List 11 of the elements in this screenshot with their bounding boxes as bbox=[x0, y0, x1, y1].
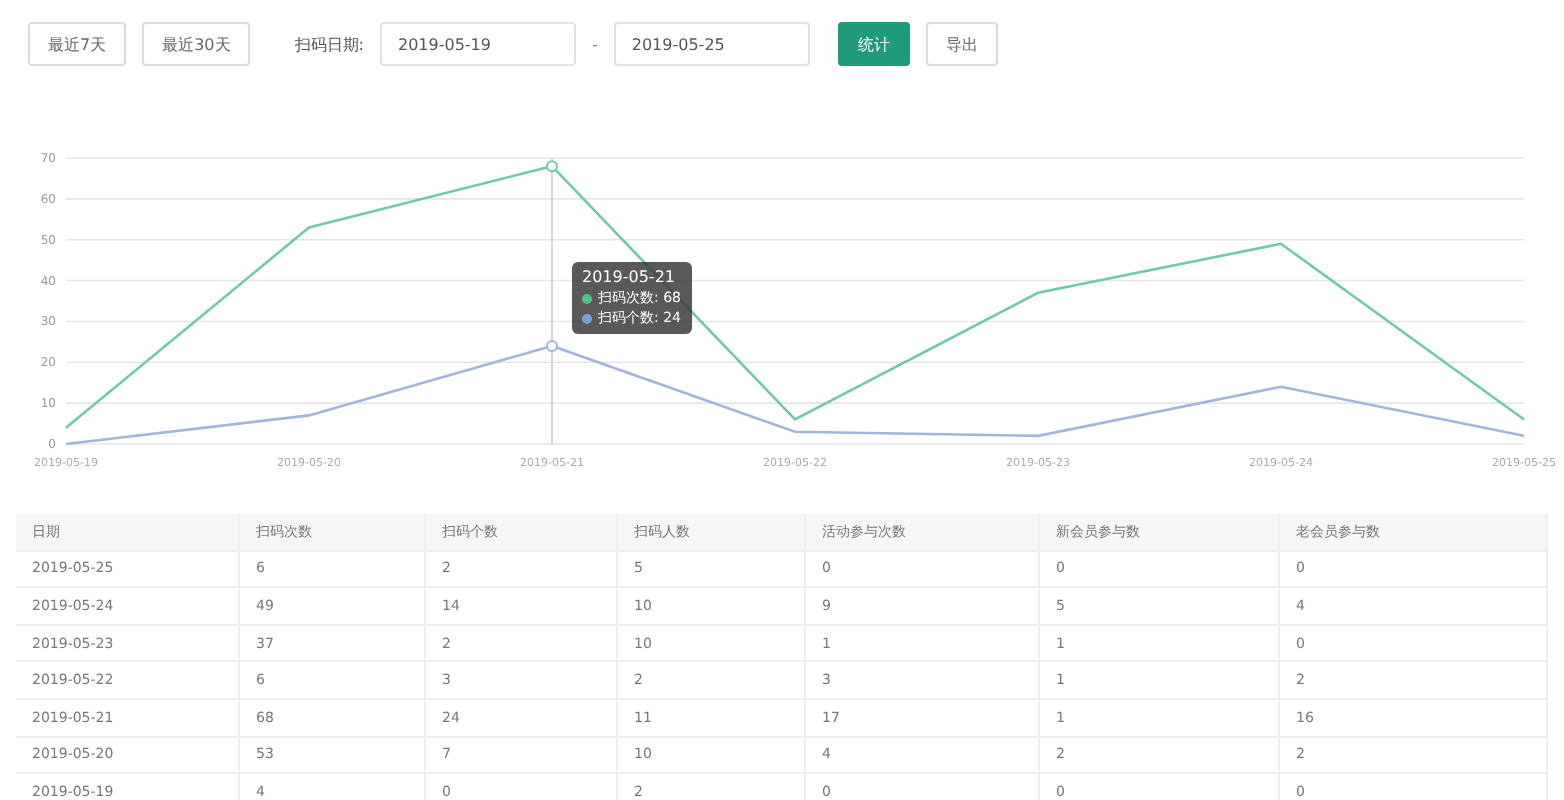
tooltip-date: 2019-05-21 bbox=[582, 268, 677, 289]
statistics-button[interactable]: 统计 bbox=[837, 22, 910, 66]
start-date-field[interactable]: 2019-05-19 bbox=[379, 22, 576, 66]
data-point bbox=[546, 160, 558, 173]
export-button[interactable]: 导出 bbox=[925, 22, 998, 66]
data-point bbox=[546, 339, 558, 352]
scan-date-label: 扫码日期: bbox=[294, 33, 364, 55]
date-range-button[interactable]: 最近30天 bbox=[142, 22, 251, 66]
date-separator: - bbox=[591, 35, 598, 53]
end-date-field[interactable]: 2019-05-25 bbox=[613, 22, 810, 66]
date-range-button[interactable]: 最近7天 bbox=[28, 22, 127, 66]
